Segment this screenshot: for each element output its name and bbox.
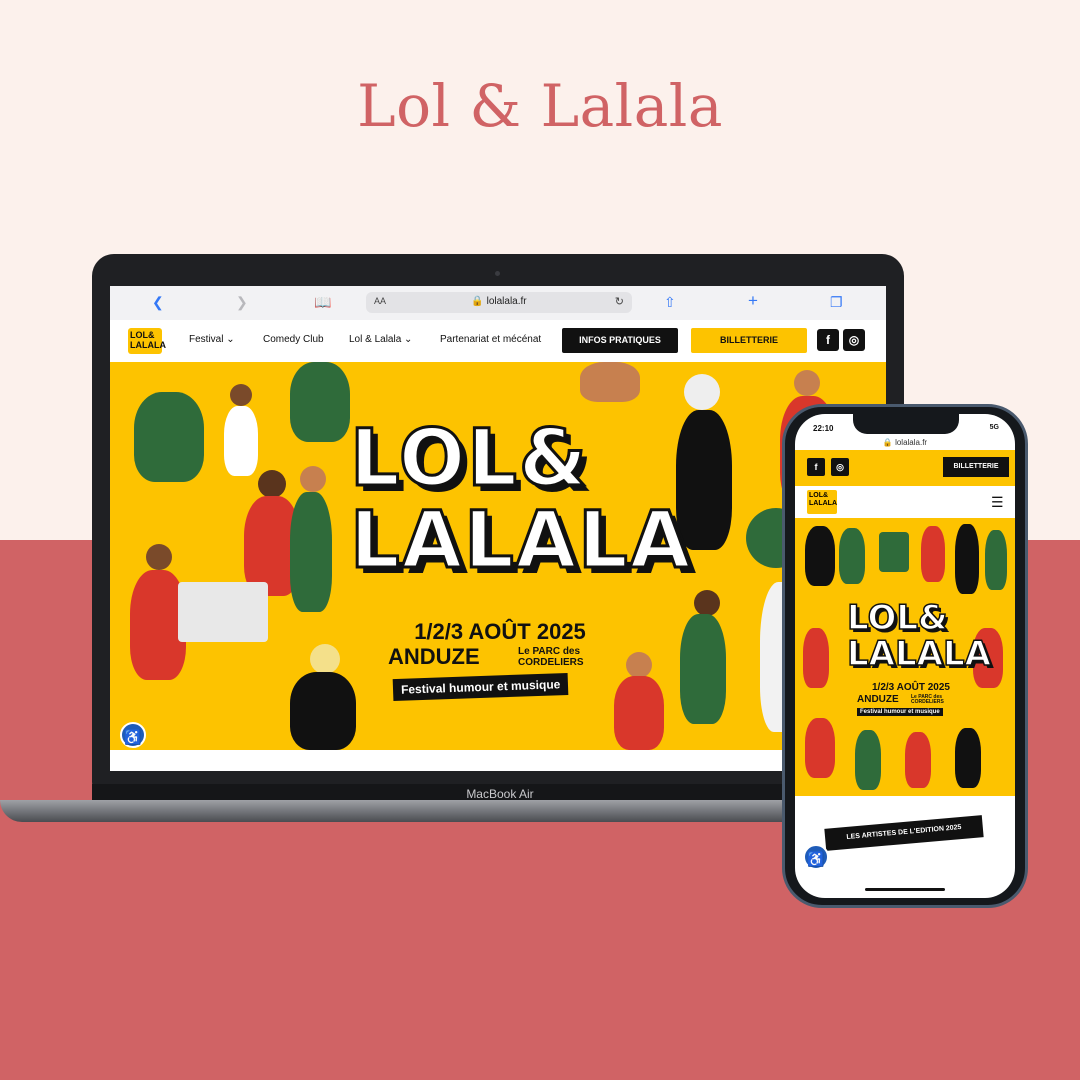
phone-hero-title: LOL& LALALA (846, 598, 991, 674)
hero-city: ANDUZE (388, 644, 480, 669)
chevron-left-icon[interactable]: ❮ (152, 294, 164, 311)
illustration-person (146, 544, 172, 570)
status-network: 5G (989, 424, 999, 431)
laptop-screen: ❮ ❯ 📖 AA 🔒 lolalala.fr ↻ ⇧ + ❐ LOL& LALA… (110, 286, 886, 771)
site-logo[interactable]: LOL& LALALA (807, 490, 837, 514)
phone-hero-venue: Le PARC des CORDELIERS (911, 694, 944, 705)
nav-item-lol-lalala[interactable]: Lol & Lalala ⌄ (349, 334, 412, 345)
facebook-icon[interactable]: f (807, 458, 825, 476)
illustration-person (955, 728, 981, 788)
illustration-person (310, 644, 340, 674)
hero-tagline: Festival humour et musique (392, 672, 569, 702)
status-time: 22:10 (813, 424, 834, 433)
illustration-person (614, 676, 664, 750)
accessibility-icon[interactable]: ♿ (803, 844, 829, 870)
illustration-person (680, 614, 726, 724)
accessibility-icon[interactable]: ♿ (120, 722, 146, 748)
illustration-person (626, 652, 652, 678)
instagram-icon[interactable]: ◎ (831, 458, 849, 476)
reload-icon[interactable]: ↻ (615, 295, 624, 308)
book-icon[interactable]: 📖 (314, 294, 331, 311)
site-nav: LOL& LALALA Festival ⌄ Comedy Club Lol &… (110, 320, 886, 362)
illustration-person (300, 466, 326, 492)
phone-nav: LOL& LALALA ☰ (795, 486, 1015, 518)
home-indicator (865, 888, 945, 891)
illustration-stall (879, 532, 909, 572)
phone-hero-title-line1: LOL& (846, 598, 948, 638)
browser-toolbar: ❮ ❯ 📖 AA 🔒 lolalala.fr ↻ ⇧ + ❐ (110, 286, 886, 321)
tabs-icon[interactable]: ❐ (830, 294, 843, 311)
nav-item-partenariat[interactable]: Partenariat et mécénat (440, 334, 541, 345)
phone-top-bar: f ◎ BILLETTERIE (795, 450, 1015, 486)
phone-hero-banner: LOL& LALALA 1/2/3 AOÛT 2025 ANDUZE Le PA… (795, 518, 1015, 796)
phone-hero-title-line2: LALALA (846, 634, 991, 674)
illustration-person (955, 524, 979, 594)
illustration-person (290, 492, 332, 612)
illustration-person (794, 370, 820, 396)
illustration-person (290, 672, 356, 750)
facebook-icon[interactable]: f (817, 329, 839, 351)
hero-venue: Le PARC des CORDELIERS (518, 646, 584, 668)
phone-hero-tagline: Festival humour et musique (857, 708, 943, 716)
phone-hero-city: ANDUZE (857, 694, 899, 705)
page-title: Lol & Lalala (357, 72, 723, 140)
infos-pratiques-button[interactable]: INFOS PRATIQUES (562, 328, 678, 353)
illustration-person (839, 528, 865, 584)
phone-notch (853, 414, 959, 434)
hero-title: LOL& LALALA (349, 414, 693, 586)
illustration-person (290, 362, 350, 442)
phone-url[interactable]: 🔒 lolalala.fr (795, 438, 1015, 447)
phone-screen: 22:10 5G 🔒 lolalala.fr f ◎ BILLETTERIE L… (795, 414, 1015, 898)
phone-hero-dates: 1/2/3 AOÛT 2025 (871, 682, 950, 693)
chevron-right-icon[interactable]: ❯ (236, 294, 248, 311)
laptop-label: MacBook Air (466, 787, 534, 801)
illustration-person (258, 470, 286, 498)
url-text: 🔒 lolalala.fr (471, 296, 527, 307)
billetterie-button[interactable]: BILLETTERIE (943, 457, 1009, 477)
nav-item-festival[interactable]: Festival ⌄ (189, 334, 235, 345)
camera-icon (495, 271, 500, 276)
hero-dates: 1/2/3 AOÛT 2025 (414, 619, 586, 644)
instagram-icon[interactable]: ◎ (843, 329, 865, 351)
illustration-person (855, 730, 881, 790)
hero-banner: LOL& LALALA 1/2/3 AOÛT 2025 ANDUZE Le PA… (110, 362, 886, 750)
illustration-dj-deck (178, 582, 268, 642)
plus-icon[interactable]: + (748, 291, 758, 311)
site-logo[interactable]: LOL& LALALA (128, 328, 166, 354)
illustration-person (230, 384, 252, 406)
illustration-stall (134, 392, 204, 482)
illustration-person (805, 526, 835, 586)
illustration-person (905, 732, 931, 788)
illustration-person (985, 530, 1007, 590)
hero-title-line1: LOL& (349, 414, 589, 504)
url-bar[interactable]: AA 🔒 lolalala.fr ↻ (366, 292, 632, 313)
illustration-person (805, 718, 835, 778)
share-icon[interactable]: ⇧ (664, 294, 676, 311)
nav-item-comedy-club[interactable]: Comedy Club (263, 334, 324, 345)
artists-banner[interactable]: LES ARTISTES DE L'EDITION 2025 (824, 815, 984, 851)
illustration-person (803, 628, 829, 688)
illustration-person (921, 526, 945, 582)
illustration-person (694, 590, 720, 616)
billetterie-button[interactable]: BILLETTERIE (691, 328, 807, 353)
hamburger-menu-icon[interactable]: ☰ (991, 494, 1004, 511)
hero-title-line2: LALALA (349, 496, 693, 586)
illustration-person (684, 374, 720, 410)
illustration-person (224, 406, 258, 476)
illustration-person (580, 362, 640, 402)
